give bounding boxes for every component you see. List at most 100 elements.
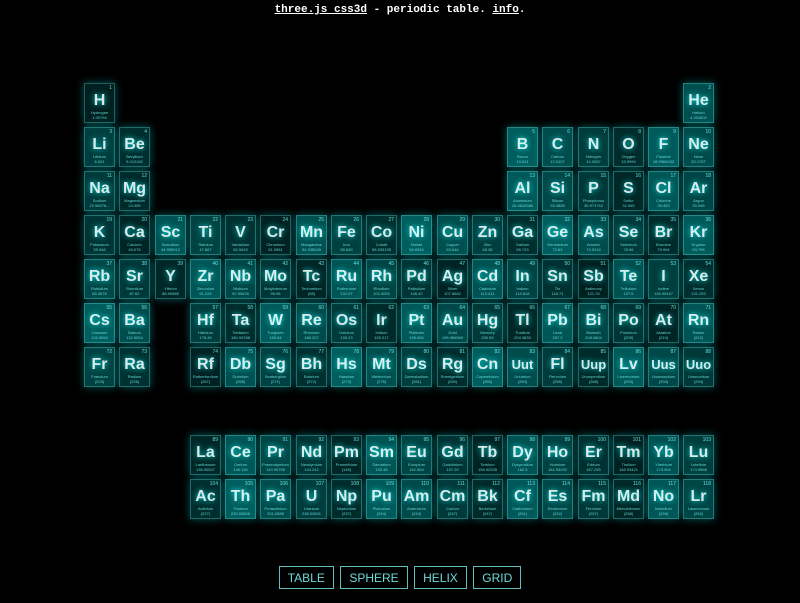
element-tile[interactable]: 48 Cd Cadmium 112.411: [472, 259, 503, 299]
element-tile[interactable]: 76 Sg Seaborgium (271): [260, 347, 291, 387]
element-tile[interactable]: 73 Ra Radium (226): [119, 347, 150, 387]
element-tile[interactable]: 38 Sr Strontium 87.62: [119, 259, 150, 299]
element-tile[interactable]: 14 Si Silicon 28.0855: [542, 171, 573, 211]
element-tile[interactable]: 88 Uuo Ununoctium (294): [683, 347, 714, 387]
element-tile[interactable]: 97 Tb Terbium 158.92535: [472, 435, 503, 475]
element-tile[interactable]: 52 Te Tellurium 127.6: [613, 259, 644, 299]
element-tile[interactable]: 27 Co Cobalt 58.933195: [366, 215, 397, 255]
element-tile[interactable]: 35 Br Bromine 79.904: [648, 215, 679, 255]
element-tile[interactable]: 21 Sc Scandium 44.955912: [155, 215, 186, 255]
element-tile[interactable]: 17 Cl Chlorine 35.453: [648, 171, 679, 211]
element-tile[interactable]: 62 Ir Iridium 192.217: [366, 303, 397, 343]
element-tile[interactable]: 78 Hs Hassium (270): [331, 347, 362, 387]
element-tile[interactable]: 109 Pu Plutonium (244): [366, 479, 397, 519]
element-tile[interactable]: 82 Cn Copernicium (285): [472, 347, 503, 387]
element-tile[interactable]: 70 At Astatine (210): [648, 303, 679, 343]
element-tile[interactable]: 11 Na Sodium 22.98976...: [84, 171, 115, 211]
element-tile[interactable]: 72 Fr Francium (223): [84, 347, 115, 387]
element-tile[interactable]: 31 Ga Gallium 69.723: [507, 215, 538, 255]
element-tile[interactable]: 29 Cu Copper 63.546: [437, 215, 468, 255]
table-button[interactable]: TABLE: [278, 566, 334, 589]
element-tile[interactable]: 47 Ag Silver 107.8682: [437, 259, 468, 299]
element-tile[interactable]: 51 Sb Antimony 121.76: [578, 259, 609, 299]
grid-button[interactable]: GRID: [473, 566, 522, 589]
helix-button[interactable]: HELIX: [414, 566, 467, 589]
element-tile[interactable]: 96 Gd Gadolinium 157.25: [437, 435, 468, 475]
element-tile[interactable]: 5 B Boron 10.811: [507, 127, 538, 167]
element-tile[interactable]: 75 Db Dubnium (268): [225, 347, 256, 387]
element-tile[interactable]: 12 Mg Magnesium 24.305: [119, 171, 150, 211]
element-tile[interactable]: 45 Rh Rhodium 102.9055: [366, 259, 397, 299]
element-tile[interactable]: 2 He Helium 4.002602: [683, 83, 714, 123]
sphere-button[interactable]: SPHERE: [340, 566, 408, 589]
element-tile[interactable]: 100 Er Erbium 167.259: [578, 435, 609, 475]
element-tile[interactable]: 113 Cf Californium (251): [507, 479, 538, 519]
element-tile[interactable]: 49 In Indium 114.818: [507, 259, 538, 299]
element-tile[interactable]: 105 Th Thorium 232.03806: [225, 479, 256, 519]
element-tile[interactable]: 67 Pb Lead 207.2: [542, 303, 573, 343]
element-tile[interactable]: 65 Hg Mercury 200.59: [472, 303, 503, 343]
element-tile[interactable]: 81 Rg Roentgenium (280): [437, 347, 468, 387]
element-tile[interactable]: 6 C Carbon 12.0107: [542, 127, 573, 167]
element-tile[interactable]: 69 Po Polonium (209): [613, 303, 644, 343]
element-tile[interactable]: 30 Zn Zinc 65.38: [472, 215, 503, 255]
element-tile[interactable]: 99 Ho Holmium 164.93032: [542, 435, 573, 475]
element-tile[interactable]: 91 Pr Praseodymium 140.90765: [260, 435, 291, 475]
element-tile[interactable]: 83 Uut Unutrium (284): [507, 347, 538, 387]
element-tile[interactable]: 92 Nd Neodymium 144.242: [296, 435, 327, 475]
element-tile[interactable]: 79 Mt Meitnerium (276): [366, 347, 397, 387]
element-tile[interactable]: 16 S Sulfur 32.065: [613, 171, 644, 211]
element-tile[interactable]: 43 Tc Technetium (98): [296, 259, 327, 299]
element-tile[interactable]: 68 Bi Bismuth 208.9804: [578, 303, 609, 343]
element-tile[interactable]: 80 Ds Darmstadium (281): [401, 347, 432, 387]
element-tile[interactable]: 41 Nb Niobium 92.90628: [225, 259, 256, 299]
element-tile[interactable]: 53 I Iodine 126.90447: [648, 259, 679, 299]
element-tile[interactable]: 24 Cr Chromium 51.9961: [260, 215, 291, 255]
element-tile[interactable]: 9 F Fluorine 18.9984032: [648, 127, 679, 167]
element-tile[interactable]: 1 H Hydrogen 1.00794: [84, 83, 115, 123]
element-tile[interactable]: 107 U Uranium 238.02891: [296, 479, 327, 519]
element-tile[interactable]: 15 P Phosphorus 30.973762: [578, 171, 609, 211]
element-tile[interactable]: 110 Am Americium (243): [401, 479, 432, 519]
element-tile[interactable]: 103 Lu Lutetium 174.9668: [683, 435, 714, 475]
element-tile[interactable]: 114 Es Einstenium (252): [542, 479, 573, 519]
element-tile[interactable]: 50 Sn Tin 118.71: [542, 259, 573, 299]
element-tile[interactable]: 59 W Tungsten 183.84: [260, 303, 291, 343]
element-tile[interactable]: 42 Mo Molybdenum 95.96: [260, 259, 291, 299]
element-tile[interactable]: 40 Zr Zirconium 91.224: [190, 259, 221, 299]
element-tile[interactable]: 20 Ca Calcium 40.078: [119, 215, 150, 255]
element-tile[interactable]: 116 Md Mendelevium (258): [613, 479, 644, 519]
element-tile[interactable]: 94 Sm Samarium 150.36: [366, 435, 397, 475]
element-tile[interactable]: 23 V Vanadium 50.9415: [225, 215, 256, 255]
element-tile[interactable]: 13 Al Aluminium 26.9815386: [507, 171, 538, 211]
element-tile[interactable]: 19 K Potassium 39.948: [84, 215, 115, 255]
element-tile[interactable]: 60 Re Rhenium 186.207: [296, 303, 327, 343]
element-tile[interactable]: 63 Pt Platinum 195.084: [401, 303, 432, 343]
element-tile[interactable]: 90 Ce Cerium 140.116: [225, 435, 256, 475]
element-tile[interactable]: 3 Li Lithium 6.941: [84, 127, 115, 167]
element-tile[interactable]: 18 Ar Argon 39.948: [683, 171, 714, 211]
element-tile[interactable]: 71 Rn Radon (222): [683, 303, 714, 343]
element-tile[interactable]: 85 Uup Ununpentium (288): [578, 347, 609, 387]
element-tile[interactable]: 4 Be Beryllium 9.012182: [119, 127, 150, 167]
element-tile[interactable]: 74 Rf Rutherfordium (267): [190, 347, 221, 387]
element-tile[interactable]: 77 Bh Bohrium (272): [296, 347, 327, 387]
element-tile[interactable]: 8 O Oxygen 15.9994: [613, 127, 644, 167]
element-tile[interactable]: 58 Ta Tantalum 180.94788: [225, 303, 256, 343]
element-tile[interactable]: 87 Uus Ununseptium (294): [648, 347, 679, 387]
element-tile[interactable]: 118 Lr Lawrencium (262): [683, 479, 714, 519]
element-tile[interactable]: 28 Ni Nickel 58.6934: [401, 215, 432, 255]
element-tile[interactable]: 86 Lv Livermorium (293): [613, 347, 644, 387]
element-tile[interactable]: 102 Yb Ytterbium 173.054: [648, 435, 679, 475]
element-tile[interactable]: 37 Rb Rubidium 85.4678: [84, 259, 115, 299]
element-tile[interactable]: 112 Bk Berkelium (247): [472, 479, 503, 519]
element-tile[interactable]: 46 Pd Palladium 106.42: [401, 259, 432, 299]
element-tile[interactable]: 93 Pm Promethium (145): [331, 435, 362, 475]
element-tile[interactable]: 57 Hf Hafnium 178.49: [190, 303, 221, 343]
element-tile[interactable]: 7 N Nitrogen 14.0067: [578, 127, 609, 167]
element-tile[interactable]: 25 Mn Manganese 54.938045: [296, 215, 327, 255]
element-tile[interactable]: 44 Ru Ruthenium 101.07: [331, 259, 362, 299]
element-tile[interactable]: 106 Pa Protactinium 231.0588: [260, 479, 291, 519]
element-tile[interactable]: 108 Np Neptunium (237): [331, 479, 362, 519]
element-tile[interactable]: 56 Ba Barium 132.9054: [119, 303, 150, 343]
